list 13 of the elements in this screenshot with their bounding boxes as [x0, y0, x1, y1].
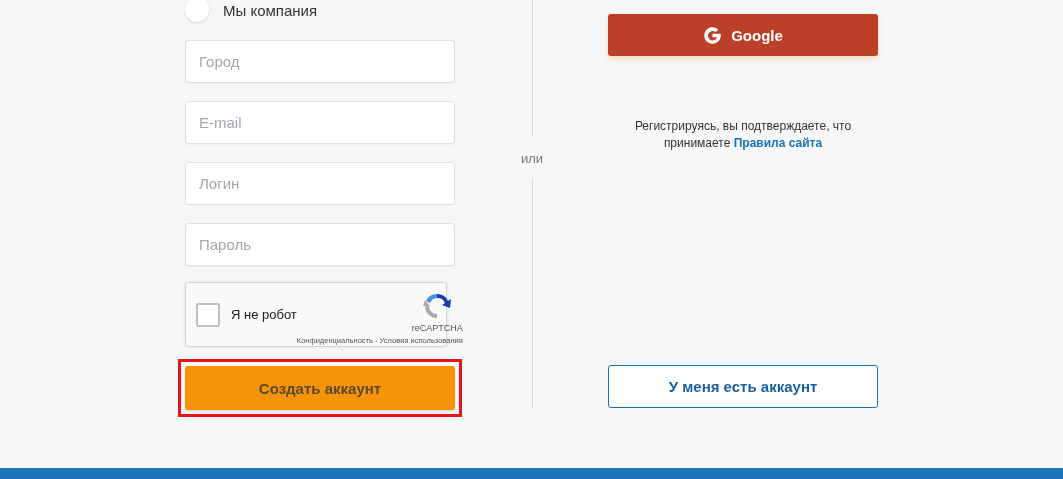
google-button[interactable]: Google	[608, 14, 878, 56]
site-rules-link[interactable]: Правила сайта	[733, 136, 823, 150]
radio-label: Мы компания	[223, 1, 318, 19]
input-field[interactable]: Логин	[185, 162, 455, 205]
login-button[interactable]: У меня есть аккаунт	[608, 365, 878, 408]
divider-label: или	[520, 151, 544, 166]
captcha-label: Я не робот	[231, 307, 297, 322]
create-account-button[interactable]: Создать аккаунт	[185, 366, 455, 410]
input-field[interactable]: Город	[185, 40, 455, 83]
input-field[interactable]: Пароль	[185, 223, 455, 266]
input-field[interactable]: E-mail	[185, 101, 455, 144]
recaptcha-brand: reCAPTCHA	[411, 322, 463, 333]
terms-text: Регистрируясь, вы подтверждаете, что принимаете Правила сайта	[633, 118, 853, 152]
